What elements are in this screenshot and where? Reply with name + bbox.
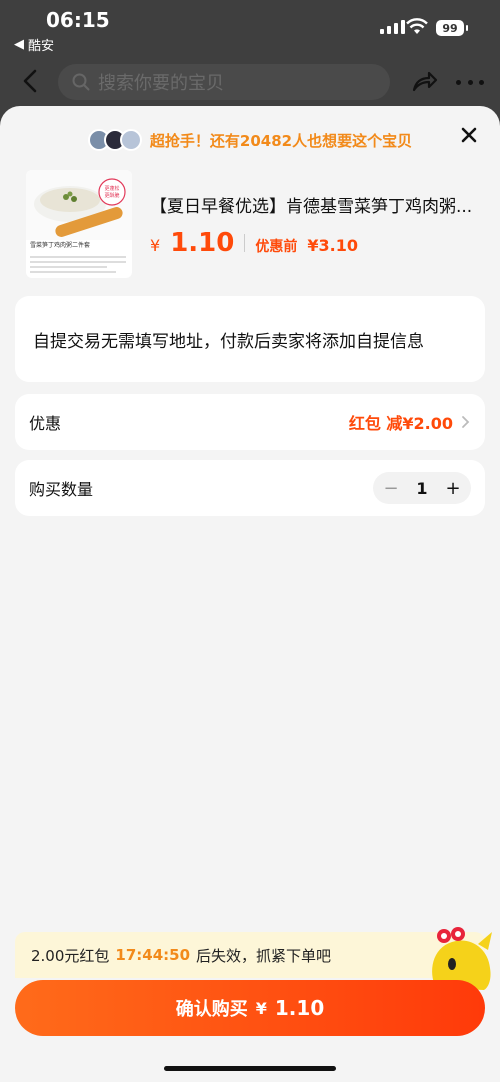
price-row: ¥ 1.10 优惠前 ¥3.10 [150,228,358,258]
popularity-text: 超抢手！还有20482人也想要这个宝贝 [149,131,413,150]
more-icon[interactable] [456,70,484,94]
thumb-caption: 雪菜笋丁鸡肉粥二件套 [30,242,91,249]
porridge-image: 更蓬松 更酥脆 [26,170,132,240]
chevron-right-icon [462,416,470,428]
increase-button[interactable]: + [445,478,461,499]
signal-icon [380,20,405,34]
price-divider [244,234,246,252]
coupon-timer-bar: 2.00元红包 17:44:50 后失效，抓紧下单吧 [15,932,485,978]
top-nav: 搜索你要的宝贝 [0,58,500,106]
status-bar: 06:15 ◀ 酷安 99 [0,0,500,58]
cta-price: 1.10 [274,996,325,1020]
quantity-value[interactable]: 1 [416,479,427,498]
avatar [119,129,142,151]
discount-label: 优惠 [29,414,62,433]
search-bar[interactable]: 搜索你要的宝贝 [58,64,390,100]
quantity-row: 购买数量 − 1 + [15,460,485,516]
product-summary: 更蓬松 更酥脆 雪菜笋丁鸡肉粥二件套 【夏日早餐优选】肯德基雪菜笋丁鸡肉粥...… [26,170,486,282]
wifi-icon [406,18,428,34]
product-title: 【夏日早餐优选】肯德基雪菜笋丁鸡肉粥... [150,197,473,217]
decrease-button[interactable]: − [383,478,399,499]
discount-value-group: 红包 减¥2.00 [349,410,471,434]
pickup-notice-card: 自提交易无需填写地址，付款后卖家将添加自提信息 [15,296,485,382]
popularity-banner: 超抢手！还有20482人也想要这个宝贝 [0,122,500,158]
back-to-app[interactable]: ◀ 酷安 [14,35,54,54]
price-symbol: ¥ [150,236,161,255]
back-arrow-icon[interactable] [18,68,44,94]
discount-row[interactable]: 优惠 红包 减¥2.00 [15,394,485,450]
buyer-avatars [87,129,142,151]
back-triangle-icon: ◀ [14,37,24,52]
battery-icon: 99 [436,20,468,36]
countdown: 17:44:50 [115,946,191,964]
confirm-purchase-button[interactable]: 确认购买 ¥ 1.10 [15,980,485,1036]
search-placeholder: 搜索你要的宝贝 [98,73,224,94]
back-app-label: 酷安 [28,39,55,54]
cta-price-symbol: ¥ [255,998,267,1018]
cta-label: 确认购买 [175,999,248,1020]
svg-text:更蓬松: 更蓬松 [104,185,119,192]
original-price-label: 优惠前 [255,239,298,255]
timer-suffix: 后失效，抓紧下单吧 [196,946,332,965]
purchase-sheet: 超抢手！还有20482人也想要这个宝贝 更蓬松 更酥脆 雪菜笋丁鸡肉粥二件套 【… [0,106,500,1082]
product-image[interactable]: 更蓬松 更酥脆 雪菜笋丁鸡肉粥二件套 [26,170,132,278]
quantity-label: 购买数量 [29,480,94,499]
thumb-description [30,256,126,276]
close-icon[interactable] [458,124,480,146]
quantity-stepper: − 1 + [373,472,471,504]
search-icon [72,73,90,91]
svg-text:更酥脆: 更酥脆 [104,192,119,199]
original-price: ¥3.10 [307,236,358,255]
discount-value: 红包 减¥2.00 [348,414,453,433]
price-value: 1.10 [170,228,235,258]
timer-prefix: 2.00元红包 [31,946,110,965]
share-icon[interactable] [410,68,438,96]
home-indicator [164,1066,336,1071]
status-time: 06:15 [46,8,110,32]
pickup-notice-text: 自提交易无需填写地址，付款后卖家将添加自提信息 [33,331,424,352]
